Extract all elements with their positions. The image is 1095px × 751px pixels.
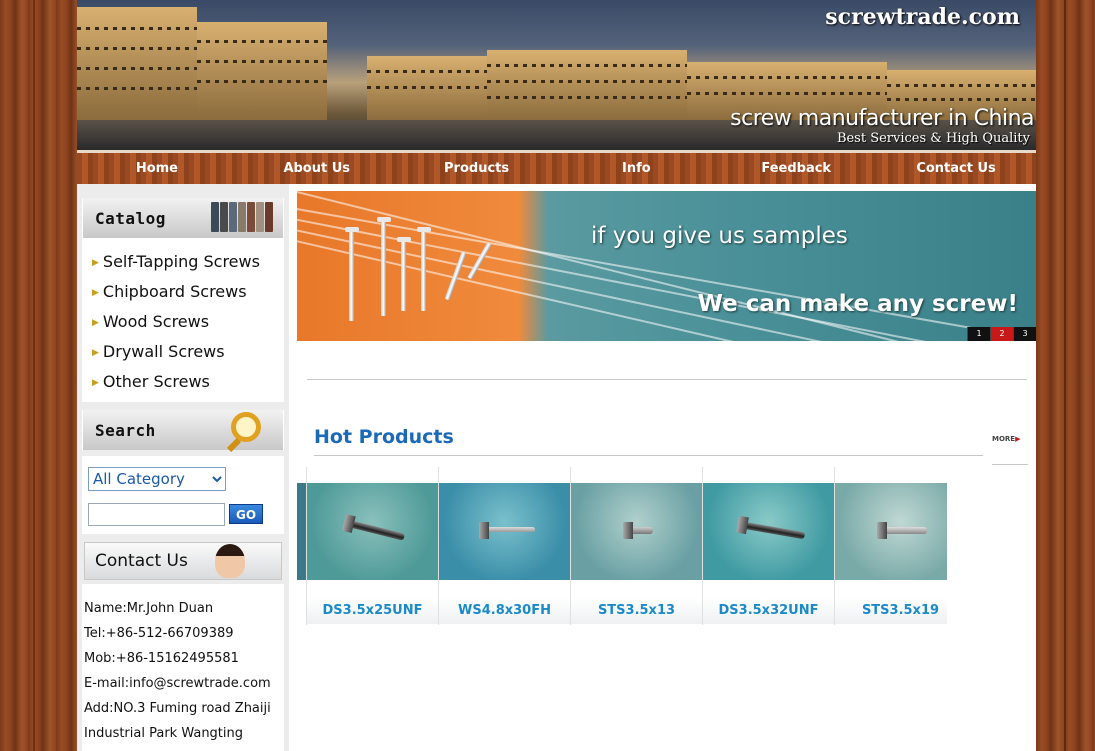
bullet-arrow-icon: ▶: [92, 347, 99, 358]
product-image: [571, 483, 702, 580]
catalog-box: Catalog ▶ Self-Tapping Screws ▶ Chipboard …: [82, 198, 284, 402]
search-box-header: Search: [82, 410, 284, 453]
product-label: STS3.5x19: [835, 598, 947, 624]
catalog-item-drywall[interactable]: ▶ Drywall Screws: [92, 340, 284, 370]
slide-page-1[interactable]: 1: [967, 327, 990, 341]
product-label: WS4.8x30FH: [439, 598, 570, 624]
page-container: screwtrade.com screw manufacturer in Chi…: [77, 0, 1036, 751]
left-sidebar: Catalog ▶ Self-Tapping Screws ▶ Chipboard …: [77, 184, 289, 751]
contact-mobile: Mob:+86-15162495581: [84, 651, 239, 666]
contact-heading: Contact Us: [95, 551, 188, 571]
site-name: screwtrade.com: [825, 4, 1020, 30]
catalog-header: Catalog: [83, 198, 283, 238]
nav-feedback[interactable]: Feedback: [716, 153, 876, 184]
contact-header: Contact Us: [84, 542, 282, 580]
category-select[interactable]: All Category: [88, 467, 226, 491]
product-card-ws4-8x30fh[interactable]: WS4.8x30FH: [438, 467, 570, 625]
product-label: DS3.5x25UNF: [307, 598, 438, 624]
contact-address-1: Add:NO.3 Fuming road Zhaiji: [84, 701, 271, 716]
support-agent-icon: [215, 544, 245, 578]
product-card-sts3-5x13[interactable]: STS3.5x13: [570, 467, 702, 625]
binders-icon: [211, 202, 273, 232]
product-image: [835, 483, 947, 580]
main-nav: Home About Us Products Info Feedback Con…: [77, 150, 1036, 184]
search-heading: Search: [95, 421, 156, 440]
slide-text-top: if you give us samples: [591, 223, 848, 249]
header-tagline: screw manufacturer in China: [730, 106, 1034, 131]
nav-about-us[interactable]: About Us: [237, 153, 397, 184]
slideshow-pager: 1 2 3: [967, 327, 1036, 341]
contact-tel: Tel:+86-512-66709389: [84, 626, 234, 641]
slide-text-bottom: We can make any screw!: [697, 291, 1018, 317]
screw-icon: [401, 241, 406, 311]
contact-address-2: Industrial Park Wangting: [84, 726, 244, 741]
more-arrow-icon: ▶: [1015, 435, 1021, 443]
promo-slideshow[interactable]: if you give us samples We can make any s…: [297, 191, 1036, 341]
product-label: STS3.5x13: [571, 598, 702, 624]
screw-icon: [467, 242, 492, 280]
slide-page-2[interactable]: 2: [990, 327, 1013, 341]
nav-home[interactable]: Home: [77, 153, 237, 184]
catalog-item-self-tapping[interactable]: ▶ Self-Tapping Screws: [92, 250, 284, 280]
catalog-heading: Catalog: [95, 209, 166, 228]
product-image: [439, 483, 570, 580]
catalog-item-chipboard[interactable]: ▶ Chipboard Screws: [92, 280, 284, 310]
go-button[interactable]: GO: [229, 504, 263, 524]
catalog-list: ▶ Self-Tapping Screws ▶ Chipboard Screws ▶…: [82, 238, 284, 400]
divider: [307, 379, 1027, 380]
slide-page-3[interactable]: 3: [1013, 327, 1036, 341]
header-banner: screwtrade.com screw manufacturer in Chi…: [77, 0, 1036, 150]
divider: [314, 455, 983, 456]
product-label: DS3.5x32UNF: [703, 598, 834, 624]
catalog-item-other[interactable]: ▶ Other Screws: [92, 370, 284, 400]
nav-contact-us[interactable]: Contact Us: [876, 153, 1036, 184]
contact-name: Name:Mr.John Duan: [84, 601, 214, 616]
screw-icon: [421, 231, 426, 311]
contact-email: E-mail:info@screwtrade.com: [84, 676, 271, 691]
product-image: [297, 483, 306, 580]
hot-products-title: Hot Products: [314, 426, 454, 448]
product-image: [307, 483, 438, 580]
product-card[interactable]: [297, 467, 306, 625]
nav-products[interactable]: Products: [397, 153, 557, 184]
search-input[interactable]: [88, 503, 225, 526]
hot-products-carousel: DS3.5x25UNF WS4.8x30FH STS3.5x13 DS3.5x3…: [297, 467, 947, 625]
product-card-ds3-5x32unf[interactable]: DS3.5x32UNF: [702, 467, 834, 625]
screw-icon: [349, 231, 354, 321]
divider: [992, 464, 1028, 465]
bullet-arrow-icon: ▶: [92, 317, 99, 328]
catalog-item-wood[interactable]: ▶ Wood Screws: [92, 310, 284, 340]
product-card-ds3-5x25unf[interactable]: DS3.5x25UNF: [306, 467, 438, 625]
contact-info: Name:Mr.John Duan Tel:+86-512-66709389 M…: [84, 594, 282, 744]
bullet-arrow-icon: ▶: [92, 287, 99, 298]
screw-icon: [381, 221, 386, 316]
product-image: [703, 483, 834, 580]
bullet-arrow-icon: ▶: [92, 377, 99, 388]
product-card-sts3-5x19[interactable]: STS3.5x19: [834, 467, 947, 625]
more-link[interactable]: MORE▶: [992, 435, 1020, 443]
bullet-arrow-icon: ▶: [92, 257, 99, 268]
nav-info[interactable]: Info: [556, 153, 716, 184]
header-subtagline: Best Services & High Quality: [836, 131, 1030, 146]
